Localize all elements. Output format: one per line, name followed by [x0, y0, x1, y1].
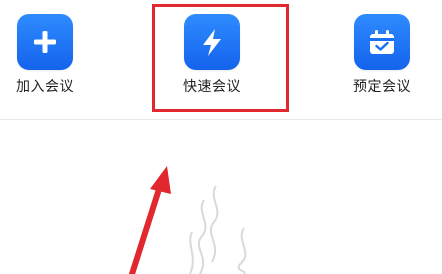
red-arrow-icon [129, 166, 171, 274]
watermark-lines [189, 185, 247, 274]
annotation-layer [129, 166, 247, 274]
